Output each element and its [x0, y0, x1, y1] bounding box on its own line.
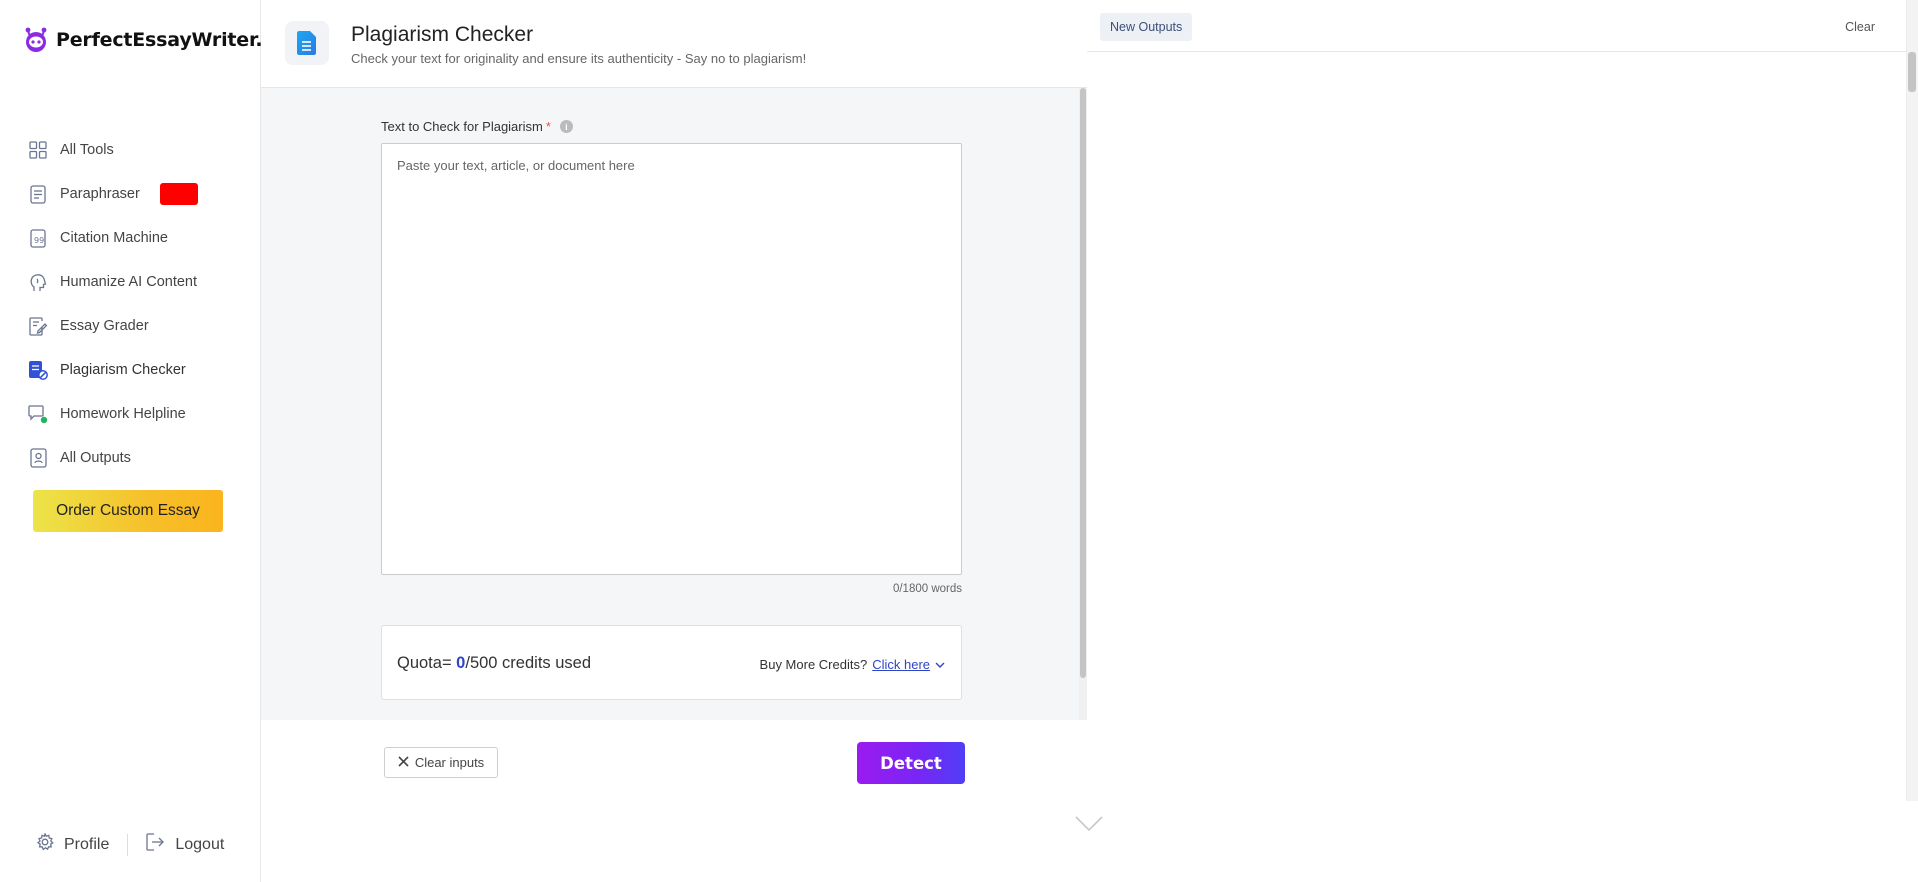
- sidebar-item-label: All Outputs: [60, 450, 131, 466]
- buy-credits-link[interactable]: Click here: [872, 657, 930, 672]
- head-icon: [28, 272, 48, 292]
- brand-logo[interactable]: PerfectEssayWriter.ai: [22, 26, 282, 54]
- page-footer-area: [261, 801, 1918, 882]
- outputs-scrollbar[interactable]: [1907, 0, 1918, 801]
- grid-icon: [28, 140, 48, 160]
- sidebar-item-paraphraser[interactable]: Paraphraser: [28, 172, 248, 216]
- sidebar-item-label: Citation Machine: [60, 230, 168, 246]
- logout-link[interactable]: Logout: [146, 833, 224, 856]
- quota-prefix: Quota=: [397, 654, 457, 672]
- new-badge: [159, 183, 198, 205]
- sidebar-item-essay-grader[interactable]: Essay Grader: [28, 304, 248, 348]
- detect-button[interactable]: Detect: [857, 742, 965, 784]
- logout-label: Logout: [175, 835, 225, 853]
- clear-inputs-button[interactable]: Clear inputs: [384, 747, 498, 778]
- quota-text: Quota= 0/500 credits used: [397, 654, 591, 673]
- sidebar-item-humanize[interactable]: Humanize AI Content: [28, 260, 248, 304]
- svg-text:99: 99: [34, 236, 44, 245]
- outputs-panel: New Outputs Clear: [1087, 0, 1907, 801]
- archive-icon: [28, 448, 48, 468]
- sidebar-item-all-outputs[interactable]: All Outputs: [28, 436, 248, 480]
- sidebar-nav: All Tools Paraphraser 99 Citation Machin…: [28, 128, 248, 480]
- new-outputs-tab[interactable]: New Outputs: [1100, 13, 1193, 41]
- sidebar-item-citation-machine[interactable]: 99 Citation Machine: [28, 216, 248, 260]
- text-field-label: Text to Check for Plagiarism * i: [381, 119, 573, 134]
- robot-logo-icon: [22, 26, 50, 54]
- outputs-scrollbar-thumb[interactable]: [1908, 52, 1916, 92]
- outputs-header: New Outputs Clear: [1087, 0, 1907, 52]
- quota-used: 0: [456, 654, 466, 672]
- field-label-text: Text to Check for Plagiarism: [381, 119, 543, 134]
- profile-label: Profile: [64, 835, 110, 853]
- sidebar-item-label: Plagiarism Checker: [60, 362, 186, 378]
- scrollbar[interactable]: [1079, 88, 1087, 720]
- quote-document-icon: 99: [28, 228, 48, 248]
- sidebar-item-label: All Tools: [60, 142, 114, 158]
- sidebar: PerfectEssayWriter.ai All Tools Paraphra…: [0, 0, 282, 882]
- clear-outputs-button[interactable]: Clear: [1845, 20, 1875, 34]
- logout-icon: [146, 833, 165, 856]
- profile-link[interactable]: Profile: [36, 832, 110, 856]
- document-icon: [285, 21, 329, 65]
- buy-more-credits: Buy More Credits? Click here: [760, 657, 945, 672]
- chevron-down-icon[interactable]: [935, 657, 945, 672]
- scrollbar-thumb[interactable]: [1080, 88, 1086, 678]
- text-input[interactable]: [381, 143, 962, 575]
- sidebar-item-homework-helpline[interactable]: Homework Helpline: [28, 392, 248, 436]
- chat-icon: [28, 404, 48, 424]
- sidebar-item-plagiarism-checker[interactable]: Plagiarism Checker: [28, 348, 248, 392]
- divider: [127, 833, 129, 856]
- required-mark: *: [545, 119, 551, 134]
- clear-inputs-label: Clear inputs: [414, 755, 485, 770]
- word-count: 0/1800 words: [892, 583, 962, 595]
- chevron-down-icon[interactable]: [1074, 815, 1104, 838]
- buy-more-text: Buy More Credits?: [759, 657, 868, 672]
- sidebar-item-label: Paraphraser: [60, 186, 140, 202]
- sidebar-item-label: Essay Grader: [60, 318, 149, 334]
- sidebar-item-all-tools[interactable]: All Tools: [28, 128, 248, 172]
- gear-icon: [36, 832, 54, 856]
- sidebar-item-label: Humanize AI Content: [60, 274, 198, 290]
- page-title: Plagiarism Checker: [351, 23, 534, 46]
- order-custom-essay-button[interactable]: Order Custom Essay: [33, 490, 223, 532]
- edit-document-icon: [28, 316, 48, 336]
- page-subtitle: Check your text for originality and ensu…: [351, 51, 807, 66]
- brand-name: PerfectEssayWriter.ai: [56, 29, 282, 51]
- account-links: Profile Logout: [36, 832, 224, 856]
- tool-header: Plagiarism Checker Check your text for o…: [261, 0, 1087, 88]
- sidebar-item-label: Homework Helpline: [60, 406, 186, 422]
- info-icon[interactable]: i: [559, 120, 573, 133]
- tool-panel: Plagiarism Checker Check your text for o…: [261, 0, 1087, 801]
- quota-suffix: /500 credits used: [465, 654, 592, 672]
- close-icon: [398, 755, 409, 770]
- action-bar: Clear inputs Detect: [261, 720, 1087, 801]
- quota-panel: Quota= 0/500 credits used Buy More Credi…: [381, 625, 962, 700]
- shield-document-icon: [28, 360, 48, 380]
- document-lines-icon: [28, 184, 48, 204]
